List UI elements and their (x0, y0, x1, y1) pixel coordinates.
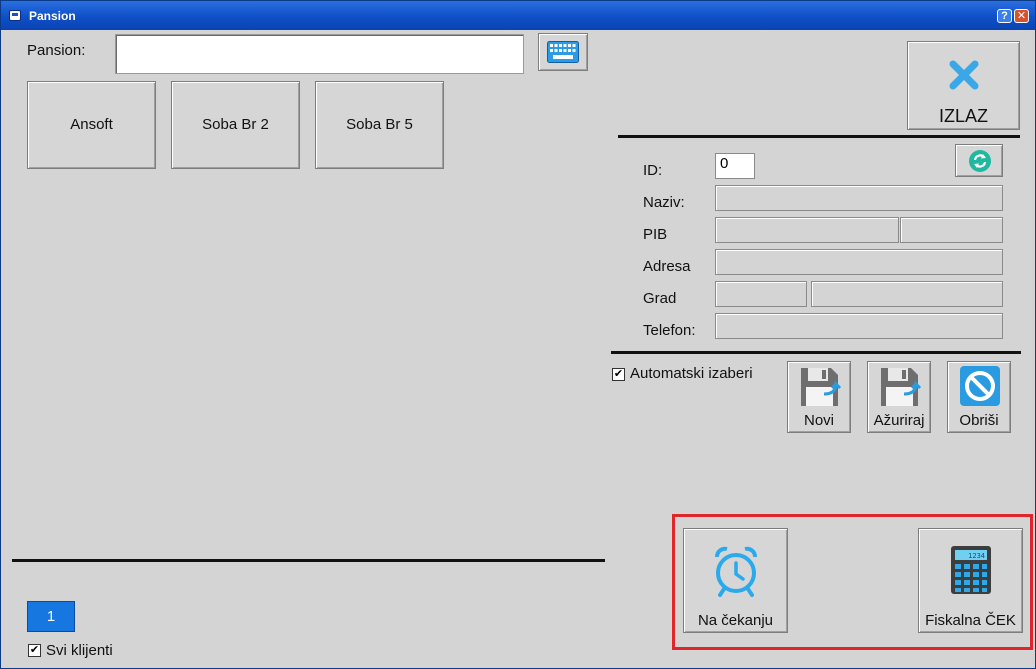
divider-middle (611, 351, 1021, 354)
azuriraj-button[interactable]: Ažuriraj (867, 361, 931, 433)
na-cekanju-button[interactable]: Na čekanju (683, 528, 788, 633)
id-field[interactable]: 0 (715, 153, 755, 179)
room-button-soba-br-2[interactable]: Soba Br 2 (171, 81, 300, 169)
refresh-button[interactable] (955, 144, 1003, 177)
alarm-clock-icon (712, 545, 760, 597)
telefon-label: Telefon: (643, 322, 696, 339)
pansion-search-label: Pansion: (27, 42, 86, 59)
update-floppy-icon (878, 366, 922, 408)
room-button-soba-br-5[interactable]: Soba Br 5 (315, 81, 444, 169)
close-window-button[interactable]: ✕ (1014, 9, 1029, 23)
naziv-field[interactable] (715, 185, 1003, 211)
page-button-current[interactable]: 1 (27, 601, 75, 632)
app-icon (9, 10, 21, 21)
save-floppy-icon (798, 366, 842, 408)
all-clients-label: Svi klijenti (46, 642, 113, 659)
room-button-label: Soba Br 5 (346, 116, 413, 133)
room-button-label: Ansoft (70, 116, 113, 133)
pib-label: PIB (643, 226, 668, 243)
all-clients-checkbox[interactable]: ✔ (28, 644, 41, 657)
room-button-label: Soba Br 2 (202, 116, 269, 133)
calculator-icon: 1234 (950, 545, 992, 595)
exit-button[interactable]: IZLAZ (907, 41, 1020, 130)
fiskalna-cek-button-label: Fiskalna ČEK (925, 612, 1016, 629)
pansion-search-input[interactable] (115, 34, 524, 74)
grad-label: Grad (643, 290, 677, 307)
adresa-field[interactable] (715, 249, 1003, 275)
fiskalna-cek-button[interactable]: 1234 Fiskalna ČEK (918, 528, 1023, 633)
pansion-window: Pansion ? ✕ Pansion: Ansoft Soba Br 2 So… (0, 0, 1036, 669)
azuriraj-button-label: Ažuriraj (873, 412, 925, 429)
room-button-ansoft[interactable]: Ansoft (27, 81, 156, 169)
title-bar[interactable]: Pansion ? ✕ (1, 1, 1035, 30)
delete-forbidden-icon (959, 365, 1001, 407)
grad-zip-field[interactable] (715, 281, 807, 307)
help-button[interactable]: ? (997, 9, 1012, 23)
window-title: Pansion (29, 9, 76, 23)
naziv-label: Naziv: (643, 194, 685, 211)
novi-button[interactable]: Novi (787, 361, 851, 433)
obrisi-button[interactable]: Obriši (947, 361, 1011, 433)
adresa-label: Adresa (643, 258, 691, 275)
pib-extra-field[interactable] (900, 217, 1003, 243)
novi-button-label: Novi (803, 412, 834, 429)
divider-bottom (12, 559, 605, 562)
auto-select-label: Automatski izaberi (630, 365, 753, 382)
obrisi-button-label: Obriši (959, 412, 999, 429)
pib-field[interactable] (715, 217, 899, 243)
na-cekanju-button-label: Na čekanju (697, 612, 774, 629)
calculator-display: 1234 (968, 552, 985, 560)
keyboard-icon (547, 41, 579, 63)
id-label: ID: (643, 162, 663, 179)
grad-name-field[interactable] (811, 281, 1003, 307)
refresh-icon (968, 149, 992, 173)
telefon-field[interactable] (715, 313, 1003, 339)
divider-top (618, 135, 1020, 138)
exit-button-label: IZLAZ (938, 106, 988, 126)
keyboard-button[interactable] (538, 33, 588, 71)
auto-select-checkbox[interactable]: ✔ (612, 368, 625, 381)
close-x-icon (947, 58, 981, 92)
